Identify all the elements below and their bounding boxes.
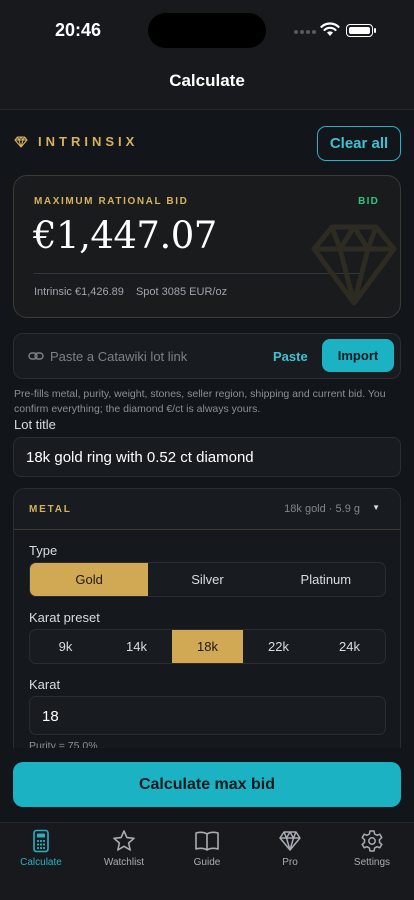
type-option-gold[interactable]: Gold [30, 563, 149, 596]
karat-option-9k[interactable]: 9k [30, 630, 101, 663]
tab-label: Pro [282, 857, 298, 868]
tab-settings[interactable]: Settings [331, 829, 413, 868]
import-help-text: Pre-fills metal, purity, weight, stones,… [14, 388, 386, 415]
calculate-max-bid-button[interactable]: Calculate max bid [13, 762, 401, 807]
karat-option-24k[interactable]: 24k [314, 630, 385, 663]
karat-option-18k[interactable]: 18k [172, 630, 243, 663]
link-icon [28, 352, 44, 360]
diamond-watermark-icon [311, 224, 397, 306]
tab-label: Settings [353, 857, 391, 868]
karat-preset-selector: 9k 14k 18k 22k 24k [29, 629, 386, 664]
intrinsic-value: Intrinsic €1,426.89 [34, 286, 124, 298]
diamond-icon [279, 831, 301, 851]
tab-bar: Calculate Watchlist Guide Pro Settings [0, 822, 414, 900]
max-bid-card: MAXIMUM RATIONAL BID BID €1,447.07 Intri… [13, 175, 401, 318]
tab-label: Calculate [20, 857, 62, 868]
lot-title-label: Lot title [14, 417, 56, 432]
spot-price: Spot 3085 EUR/oz [135, 286, 228, 298]
star-icon [113, 830, 135, 851]
diamond-logo-icon [14, 135, 28, 148]
import-button[interactable]: Import [322, 339, 394, 372]
karat-option-22k[interactable]: 22k [243, 630, 314, 663]
lot-link-input[interactable]: Paste a Catawiki lot link [50, 349, 187, 364]
dynamic-island [148, 13, 266, 48]
brand-header: INTRINSIX [14, 134, 138, 149]
metal-summary: 18k gold · 5.9 g [284, 503, 360, 515]
paste-button[interactable]: Paste [273, 349, 308, 364]
wifi-icon [320, 22, 340, 36]
tab-pro[interactable]: Pro [249, 829, 331, 868]
type-option-silver[interactable]: Silver [148, 563, 266, 596]
tab-watchlist[interactable]: Watchlist [83, 829, 165, 868]
bid-value: €1,447.07 [33, 214, 217, 257]
book-icon [195, 831, 219, 851]
metal-type-selector: Gold Silver Platinum [29, 562, 386, 597]
gear-icon [361, 830, 383, 852]
signal-icon [294, 30, 316, 36]
karat-preset-label: Karat preset [29, 610, 100, 625]
type-option-platinum[interactable]: Platinum [267, 563, 385, 596]
metal-section: METAL 18k gold · 5.9 g ▼ Type Gold Silve… [13, 488, 401, 778]
catawiki-import-row: Paste a Catawiki lot link Paste Import [13, 333, 401, 379]
lot-title-input[interactable]: 18k gold ring with 0.52 ct diamond [13, 437, 401, 477]
page-title: Calculate [169, 71, 245, 90]
karat-input[interactable]: 18 [29, 696, 386, 735]
tab-calculate[interactable]: Calculate [0, 829, 82, 868]
clear-all-button[interactable]: Clear all [317, 126, 401, 161]
status-time: 20:46 [55, 20, 102, 40]
chevron-down-icon[interactable]: ▼ [372, 503, 380, 512]
tab-label: Guide [193, 857, 221, 868]
battery-icon [346, 24, 376, 37]
tab-guide[interactable]: Guide [166, 829, 248, 868]
tab-label: Watchlist [103, 857, 145, 868]
metal-section-title: METAL [29, 504, 72, 515]
karat-label: Karat [29, 677, 61, 692]
bid-badge: BID [358, 196, 379, 207]
karat-option-14k[interactable]: 14k [101, 630, 172, 663]
calculator-icon [33, 829, 49, 853]
bid-details: Intrinsic €1,426.89 Spot 3085 EUR/oz [34, 286, 227, 298]
bid-label: MAXIMUM RATIONAL BID [34, 196, 189, 207]
metal-section-header[interactable]: METAL 18k gold · 5.9 g ▼ [14, 489, 400, 530]
brand-name: INTRINSIX [38, 134, 139, 149]
status-bar: 20:46 [0, 0, 414, 60]
type-label: Type [29, 543, 58, 558]
navigation-bar: Calculate [0, 60, 414, 110]
